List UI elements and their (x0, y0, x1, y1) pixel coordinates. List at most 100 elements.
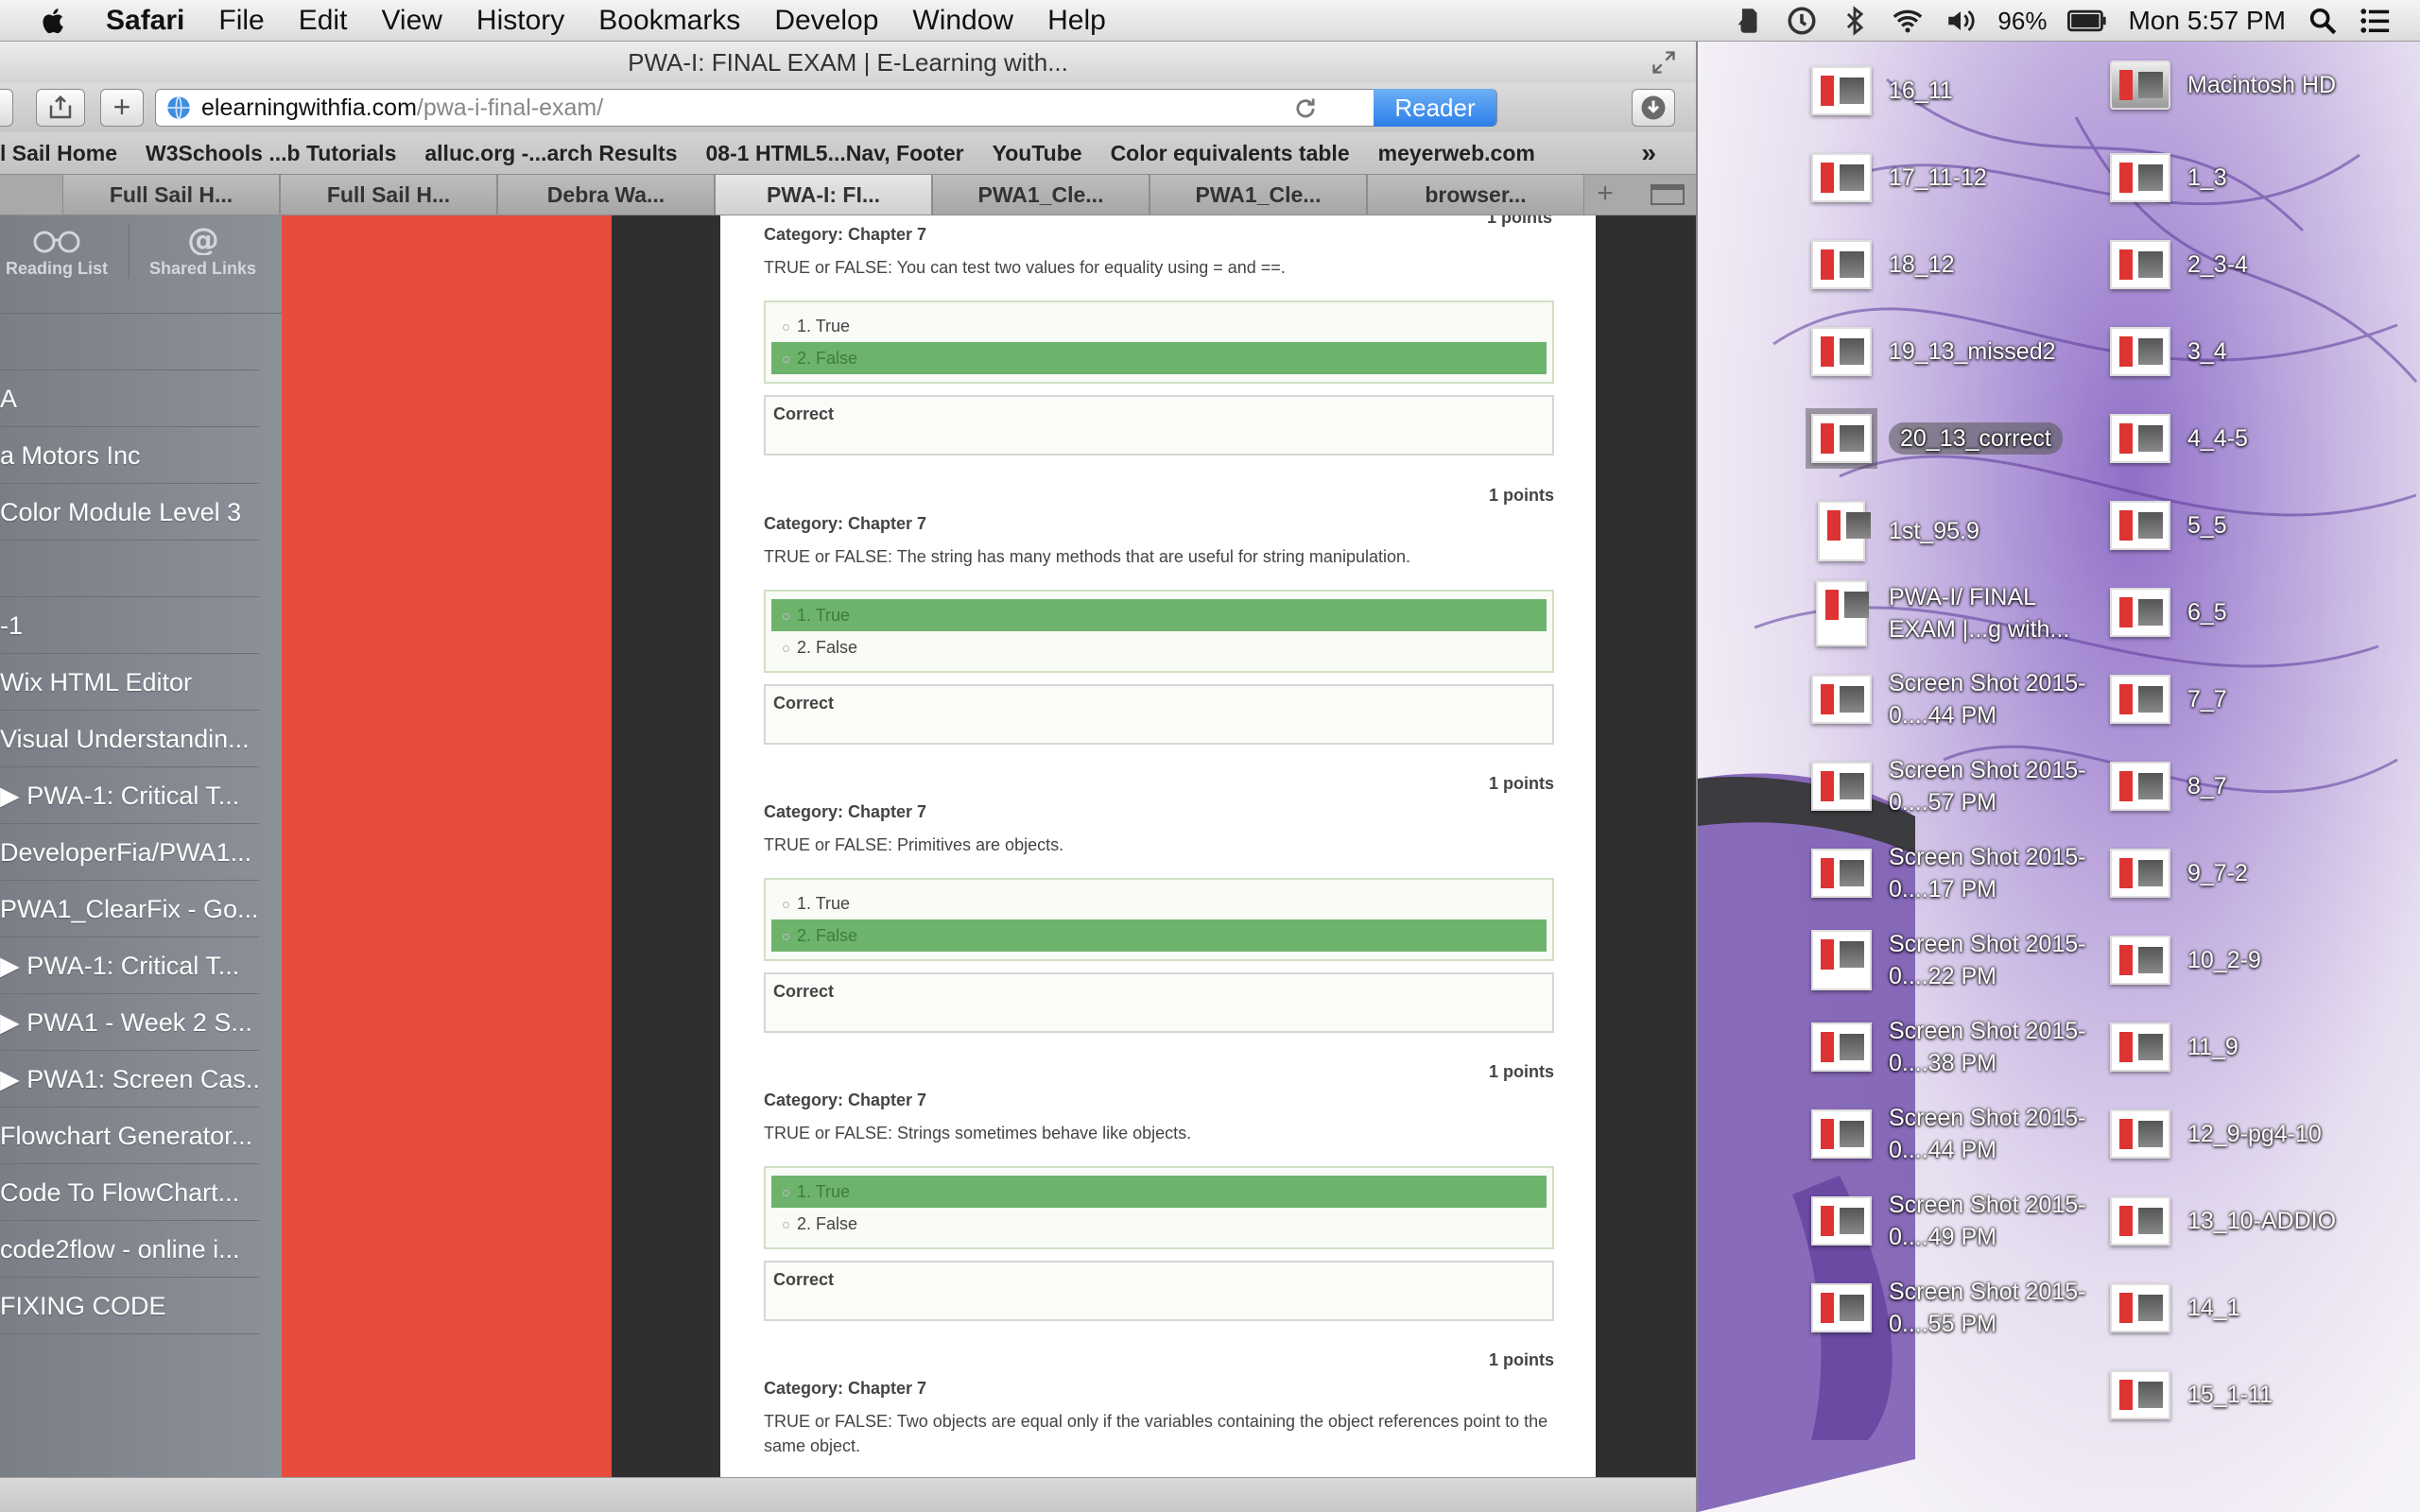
desktop-file[interactable]: 2_3-4 (2110, 240, 2248, 289)
notification-center-icon[interactable] (2360, 5, 2392, 37)
volume-icon[interactable] (1945, 5, 1977, 37)
desktop-file[interactable]: 14_1 (2110, 1283, 2240, 1332)
new-tab-icon[interactable]: + (1592, 180, 1618, 208)
add-bookmark-button[interactable]: + (100, 89, 144, 127)
desktop-file[interactable]: 13_10-ADDIO (2110, 1196, 2336, 1246)
sidebar-item[interactable]: A (0, 370, 259, 427)
sidebar-item[interactable]: Visual Understandin... (0, 711, 259, 767)
tab-active[interactable]: PWA-I: FI... (715, 175, 932, 215)
desktop-file-selected[interactable]: 20_13_correct (1806, 408, 2063, 469)
shared-links-button[interactable]: @ Shared Links (129, 223, 276, 279)
sidebar-item[interactable]: ▶ PWA-1: Critical T... (0, 937, 259, 994)
tab[interactable]: browser... (1367, 175, 1584, 215)
sidebar-item[interactable]: Wix HTML Editor (0, 654, 259, 711)
sidebar-item[interactable] (0, 541, 259, 597)
desktop-file[interactable]: Screen Shot 2015-0....55 PM (1811, 1276, 2097, 1340)
downloads-button[interactable] (1632, 89, 1675, 127)
menu-app-name[interactable]: Safari (106, 5, 184, 37)
desktop-file[interactable]: PWA-I/ FINAL EXAM |...g with... (1811, 580, 2097, 646)
desktop-file[interactable]: Screen Shot 2015-0....22 PM (1811, 928, 2097, 992)
sidebar-toggle-button[interactable] (0, 89, 13, 127)
time-machine-icon[interactable] (1786, 5, 1818, 37)
reload-icon[interactable] (1292, 95, 1319, 122)
desktop-file[interactable]: 16_11 (1811, 66, 1953, 115)
desktop-file[interactable]: Screen Shot 2015-0....44 PM (1811, 1102, 2097, 1166)
sidebar-item[interactable]: -1 (0, 597, 259, 654)
battery-icon[interactable] (2067, 9, 2107, 32)
desktop-file[interactable]: Screen Shot 2015-0....17 PM (1811, 841, 2097, 905)
sidebar-item[interactable]: Color Module Level 3 (0, 484, 259, 541)
desktop-file[interactable]: 9_7-2 (2110, 849, 2248, 898)
spotlight-icon[interactable] (2307, 5, 2339, 37)
menu-develop[interactable]: Develop (774, 5, 878, 37)
wifi-icon[interactable] (1892, 5, 1924, 37)
tab-view-icon[interactable] (1651, 184, 1685, 205)
bookmark-item[interactable]: meyerweb.com (1378, 141, 1535, 166)
bookmark-item[interactable]: l Sail Home (0, 141, 117, 166)
bookmark-item[interactable]: 08-1 HTML5...Nav, Footer (706, 141, 964, 166)
menu-edit[interactable]: Edit (299, 5, 348, 37)
desktop-file[interactable]: 5_5 (2110, 501, 2227, 550)
sidebar-item[interactable] (0, 314, 259, 370)
desktop-file[interactable]: Screen Shot 2015-0....49 PM (1811, 1189, 2097, 1253)
sidebar-item[interactable]: DeveloperFia/PWA1... (0, 824, 259, 881)
desktop-file[interactable]: 18_12 (1811, 240, 1955, 289)
tab[interactable]: Full Sail H... (280, 175, 497, 215)
bookmark-item[interactable]: YouTube (993, 141, 1082, 166)
menu-window[interactable]: Window (912, 5, 1013, 37)
menu-view[interactable]: View (381, 5, 441, 37)
answer-option-selected[interactable]: 1. True (771, 1176, 1547, 1208)
sidebar-item[interactable]: Code To FlowChart... (0, 1164, 259, 1221)
desktop-file[interactable]: 1st_95.9 (1811, 501, 1979, 561)
bookmark-item[interactable]: alluc.org -...arch Results (424, 141, 677, 166)
desktop-file[interactable]: Screen Shot 2015-0....44 PM (1811, 667, 2097, 731)
desktop-file[interactable]: 1_3 (2110, 153, 2227, 202)
reading-list-button[interactable]: Reading List (0, 223, 113, 279)
tab[interactable]: Full Sail H... (62, 175, 280, 215)
desktop-file[interactable]: 10_2-9 (2110, 936, 2261, 985)
desktop-file[interactable]: 15_1-11 (2110, 1370, 2273, 1419)
desktop-file[interactable]: Screen Shot 2015-0....38 PM (1811, 1015, 2097, 1079)
answer-option-selected[interactable]: 2. False (771, 342, 1547, 374)
desktop-file[interactable]: 4_4-5 (2110, 414, 2248, 463)
desktop-file[interactable]: 6_5 (2110, 588, 2227, 637)
desktop-file[interactable]: Screen Shot 2015-0....57 PM (1811, 754, 2097, 818)
desktop-file[interactable]: 7_7 (2110, 675, 2227, 724)
tab[interactable]: PWA1_Cle... (1150, 175, 1367, 215)
sidebar-item[interactable]: FIXING CODE (0, 1278, 259, 1334)
desktop-file[interactable]: 8_7 (2110, 762, 2227, 811)
sidebar-item[interactable]: ▶ PWA1: Screen Cas... (0, 1051, 259, 1108)
sidebar-item[interactable]: a Motors Inc (0, 427, 259, 484)
battery-percent[interactable]: 96% (1997, 7, 2047, 36)
reader-button[interactable]: Reader (1374, 89, 1496, 127)
tab[interactable]: PWA1_Cle... (932, 175, 1150, 215)
bookmark-item[interactable]: Color equivalents table (1111, 141, 1350, 166)
hard-drive[interactable]: Macintosh HD (2110, 60, 2336, 110)
menu-history[interactable]: History (476, 5, 564, 37)
sidebar-item[interactable]: ▶ PWA1 - Week 2 S... (0, 994, 259, 1051)
tab[interactable]: Debra Wa... (497, 175, 715, 215)
sidebar-item[interactable]: PWA1_ClearFix - Go... (0, 881, 259, 937)
sidebar-item[interactable]: ▶ PWA-1: Critical T... (0, 767, 259, 824)
desktop-file[interactable]: 3_4 (2110, 327, 2227, 376)
bookmarks-overflow-icon[interactable]: » (1641, 138, 1656, 168)
answer-option-selected[interactable]: 1. True (771, 599, 1547, 631)
menu-file[interactable]: File (218, 5, 264, 37)
sidebar-item[interactable]: Flowchart Generator... (0, 1108, 259, 1164)
desktop-file[interactable]: 19_13_missed2 (1811, 327, 2056, 376)
menu-help[interactable]: Help (1047, 5, 1106, 37)
desktop-file[interactable]: 17_11-12 (1811, 153, 1987, 202)
desktop-file[interactable]: 11_9 (2110, 1022, 2238, 1072)
answer-option[interactable]: 2. False (771, 631, 1547, 663)
answer-option-selected[interactable]: 2. False (771, 919, 1547, 952)
menu-bookmarks[interactable]: Bookmarks (598, 5, 740, 37)
desktop-file[interactable]: 12_9-pg4-10 (2110, 1109, 2322, 1159)
apple-menu-icon[interactable] (38, 5, 70, 37)
answer-option[interactable]: 1. True (771, 310, 1547, 342)
answer-option[interactable]: 2. False (771, 1208, 1547, 1240)
address-bar[interactable]: elearningwithfia.com/pwa-i-final-exam/ R… (155, 89, 1497, 127)
share-button[interactable] (36, 89, 85, 127)
bookmark-item[interactable]: W3Schools ...b Tutorials (146, 141, 396, 166)
window-titlebar[interactable]: PWA-I: FINAL EXAM | E-Learning with... (0, 42, 1696, 83)
bluetooth-icon[interactable] (1839, 5, 1871, 37)
